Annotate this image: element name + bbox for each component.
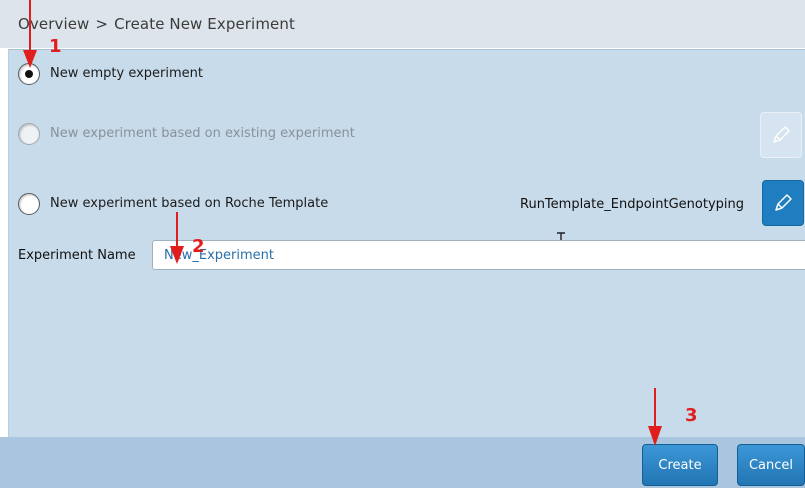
radio-button-disabled[interactable] <box>18 123 40 145</box>
annotation-number-2: 2 <box>192 236 205 257</box>
option-label: New empty experiment <box>50 66 203 81</box>
breadcrumb: Overview > Create New Experiment <box>18 15 295 33</box>
annotation-number-3: 3 <box>685 405 698 426</box>
selected-template-name: RunTemplate_EndpointGenotyping <box>520 197 745 212</box>
header-bar: Overview > Create New Experiment <box>0 0 805 48</box>
annotation-number-1: 1 <box>49 36 62 57</box>
radio-button-unselected[interactable] <box>18 193 40 215</box>
pencil-icon <box>775 194 792 211</box>
annotation-arrow-2 <box>170 212 184 264</box>
cancel-button[interactable]: Cancel <box>737 444 805 486</box>
breadcrumb-separator: > <box>95 15 109 33</box>
create-button[interactable]: Create <box>642 444 718 486</box>
annotation-arrow-1 <box>23 0 37 68</box>
edit-template-button[interactable] <box>762 180 804 226</box>
option-label: New experiment based on Roche Template <box>50 196 329 211</box>
pencil-icon <box>773 126 790 143</box>
edit-existing-experiment-button[interactable] <box>760 112 802 158</box>
breadcrumb-current: Create New Experiment <box>114 15 295 33</box>
option-label: New experiment based on existing experim… <box>50 126 355 141</box>
experiment-name-input[interactable] <box>152 240 805 270</box>
experiment-name-label: Experiment Name <box>18 248 136 263</box>
annotation-arrow-3 <box>648 388 662 446</box>
